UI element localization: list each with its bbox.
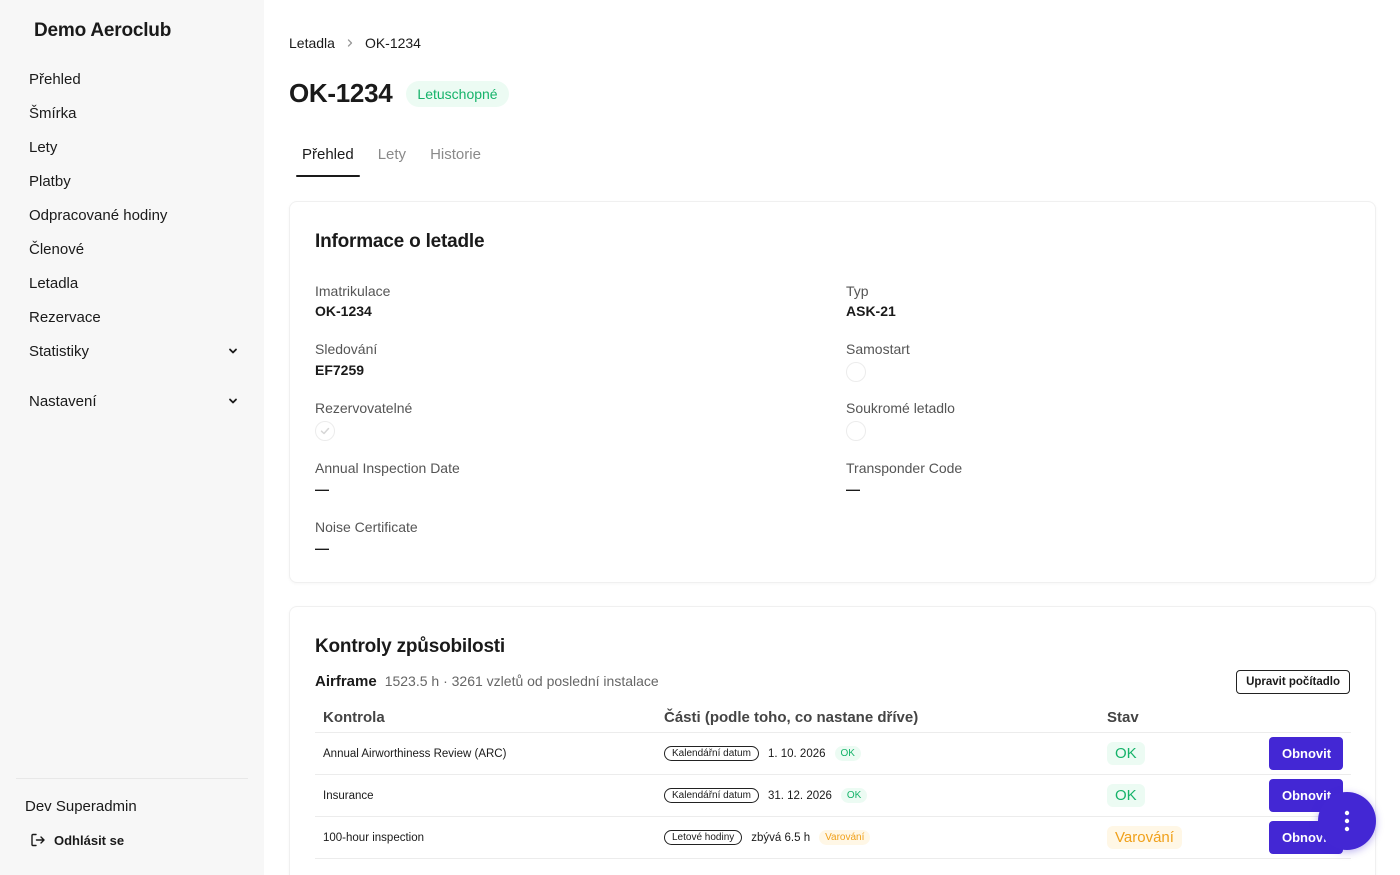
field-label: Transponder Code	[846, 460, 963, 476]
renew-button[interactable]: Obnovit	[1269, 737, 1343, 770]
sidebar-nav: Přehled Šmírka Lety Platby Odpracované h…	[29, 62, 239, 418]
field-value-sledovani: EF7259	[315, 362, 365, 378]
field-value-annual: —	[315, 481, 329, 497]
status-badge: Varování	[1107, 826, 1182, 849]
field-label: Samostart	[846, 341, 910, 357]
table-row: Insurance Kalendářní datum 31. 12. 2026 …	[315, 775, 1351, 817]
field-label: Imatrikulace	[315, 283, 391, 299]
field-label: Soukromé letadlo	[846, 400, 955, 416]
more-vertical-icon	[1344, 810, 1350, 832]
column-header-check: Kontrola	[323, 709, 385, 726]
check-parts: Kalendářní datum 31. 12. 2026 OK	[664, 788, 868, 803]
check-parts: Letové hodiny zbývá 6.5 h Varování	[664, 830, 871, 845]
logout-label: Odhlásit se	[54, 832, 125, 848]
field-value-typ: ASK-21	[846, 303, 896, 319]
breadcrumb-current: OK-1234	[364, 35, 421, 51]
field-value-transponder: —	[846, 481, 860, 497]
check-name: Annual Airworthiness Review (ARC)	[323, 747, 507, 760]
part-status-badge: Varování	[819, 830, 871, 845]
logout-icon	[31, 833, 45, 847]
card-title: Kontroly způsobilosti	[315, 636, 506, 657]
part-type-tag: Kalendářní datum	[664, 746, 759, 761]
tab-historie[interactable]: Historie	[424, 140, 487, 177]
part-value: 31. 12. 2026	[767, 789, 832, 802]
sidebar-item-label: Lety	[29, 138, 58, 156]
chevron-down-icon	[229, 398, 237, 404]
field-label: Noise Certificate	[315, 519, 418, 535]
sidebar-item-odpracovane-hodiny[interactable]: Odpracované hodiny	[29, 198, 239, 232]
card-title: Informace o letadle	[315, 231, 485, 252]
breadcrumb: Letadla OK-1234	[289, 35, 421, 51]
sidebar-item-clenove[interactable]: Členové	[29, 232, 239, 266]
airframe-row: Airframe 1523.5 h · 3261 vzletů od posle…	[315, 673, 659, 690]
field-label: Annual Inspection Date	[315, 460, 460, 476]
chevron-right-icon	[347, 39, 353, 47]
sidebar-item-rezervace[interactable]: Rezervace	[29, 300, 239, 334]
field-value-imatrikulace: OK-1234	[315, 303, 372, 319]
edit-counter-button[interactable]: Upravit počítadlo	[1236, 670, 1350, 694]
chevron-down-icon	[229, 348, 237, 354]
sidebar-item-label: Statistiky	[29, 342, 90, 360]
sidebar-item-label: Odpracované hodiny	[29, 206, 168, 224]
part-value: 1. 10. 2026	[767, 747, 826, 760]
sidebar-item-prehled[interactable]: Přehled	[29, 62, 239, 96]
sidebar-item-label: Letadla	[29, 274, 79, 292]
check-name: Insurance	[323, 789, 374, 802]
sidebar-divider	[16, 778, 248, 779]
column-header-parts: Části (podle toho, co nastane dříve)	[664, 709, 919, 726]
field-value-noise: —	[315, 540, 329, 556]
part-status-badge: OK	[834, 746, 861, 761]
part-type-tag: Kalendářní datum	[664, 788, 759, 803]
title-row: OK-1234 Letuschopné	[289, 78, 509, 109]
sidebar: Demo Aeroclub Přehled Šmírka Lety Platby…	[0, 0, 264, 875]
part-value: zbývá 6.5 h	[751, 831, 811, 844]
airframe-meta: 1523.5 h · 3261 vzletů od poslední insta…	[384, 673, 659, 689]
table-header: Kontrola Části (podle toho, co nastane d…	[315, 703, 1351, 733]
app-brand: Demo Aeroclub	[34, 20, 172, 41]
tab-lety[interactable]: Lety	[372, 140, 412, 177]
table-row: Annual Airworthiness Review (ARC) Kalend…	[315, 733, 1351, 775]
status-badge: Letuschopné	[406, 80, 509, 107]
main-content: Letadla OK-1234 OK-1234 Letuschopné Přeh…	[264, 0, 1400, 875]
aircraft-info-card: Informace o letadle Imatrikulace OK-1234…	[289, 201, 1376, 583]
field-label: Rezervovatelné	[315, 400, 413, 416]
column-header-status: Stav	[1107, 709, 1139, 726]
check-name: 100-hour inspection	[323, 831, 425, 844]
checks-table: Kontrola Části (podle toho, co nastane d…	[315, 703, 1351, 859]
tabs: Přehled Lety Historie	[296, 140, 499, 177]
logout-button[interactable]: Odhlásit se	[30, 832, 124, 848]
soukrome-checkbox	[846, 421, 866, 441]
part-status-badge: OK	[840, 788, 868, 803]
table-row: 100-hour inspection Letové hodiny zbývá …	[315, 817, 1351, 859]
sidebar-item-letadla[interactable]: Letadla	[29, 266, 239, 300]
sidebar-item-label: Šmírka	[29, 104, 77, 122]
rezervovatelne-checkbox	[315, 421, 335, 441]
tab-prehled[interactable]: Přehled	[296, 140, 360, 177]
sidebar-item-platby[interactable]: Platby	[29, 164, 239, 198]
page-title: OK-1234	[289, 78, 393, 108]
sidebar-item-statistiky[interactable]: Statistiky	[29, 334, 239, 368]
airworthiness-checks-card: Kontroly způsobilosti Airframe 1523.5 h …	[289, 606, 1376, 875]
check-parts: Kalendářní datum 1. 10. 2026 OK	[664, 746, 861, 761]
status-badge: OK	[1107, 784, 1145, 807]
samostart-checkbox	[846, 362, 866, 382]
sidebar-item-smirka[interactable]: Šmírka	[29, 96, 239, 130]
sidebar-item-label: Rezervace	[29, 308, 101, 326]
sidebar-item-nastaveni[interactable]: Nastavení	[29, 384, 239, 418]
field-label: Sledování	[315, 341, 378, 357]
more-actions-fab[interactable]	[1318, 792, 1376, 850]
airframe-label: Airframe	[315, 673, 377, 690]
user-name: Dev Superadmin	[25, 798, 137, 815]
sidebar-item-label: Platby	[29, 172, 71, 190]
status-badge: OK	[1107, 742, 1145, 765]
sidebar-item-lety[interactable]: Lety	[29, 130, 239, 164]
sidebar-item-label: Členové	[29, 240, 85, 258]
check-icon	[320, 427, 330, 435]
field-label: Typ	[846, 283, 869, 299]
part-type-tag: Letové hodiny	[664, 830, 743, 845]
breadcrumb-parent[interactable]: Letadla	[289, 35, 335, 51]
sidebar-item-label: Přehled	[29, 70, 81, 88]
sidebar-item-label: Nastavení	[29, 392, 97, 410]
